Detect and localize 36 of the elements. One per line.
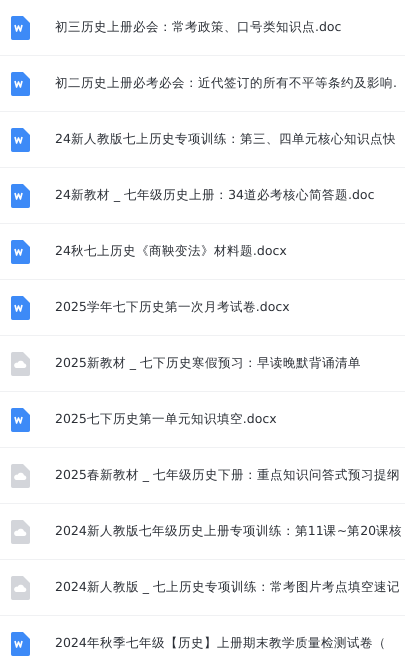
file-row[interactable]: 24新人教版七上历史专项训练：第三、四单元核心知识点快 bbox=[0, 112, 405, 168]
file-row[interactable]: 2025学年七下历史第一次月考试卷.docx bbox=[0, 280, 405, 336]
file-name: 2025学年七下历史第一次月考试卷.docx bbox=[55, 299, 290, 316]
file-row[interactable]: 2025七下历史第一单元知识填空.docx bbox=[0, 392, 405, 448]
word-document-icon bbox=[10, 408, 30, 432]
word-document-icon bbox=[10, 184, 30, 208]
word-document-icon bbox=[10, 240, 30, 264]
file-name: 初三历史上册必会：常考政策、口号类知识点.doc bbox=[55, 19, 342, 36]
file-row[interactable]: 2024年秋季七年级【历史】上册期末教学质量检测试卷（ bbox=[0, 616, 405, 660]
file-row[interactable]: 2024新人教版 _ 七上历史专项训练：常考图片考点填空速记 bbox=[0, 560, 405, 616]
file-name: 24新人教版七上历史专项训练：第三、四单元核心知识点快 bbox=[55, 131, 396, 148]
file-name: 2025新教材 _ 七下历史寒假预习：早读晚默背诵清单 bbox=[55, 355, 362, 372]
cloud-file-icon bbox=[10, 464, 30, 488]
cloud-file-icon bbox=[10, 352, 30, 376]
file-row[interactable]: 初三历史上册必会：常考政策、口号类知识点.doc bbox=[0, 0, 405, 56]
file-name: 2024年秋季七年级【历史】上册期末教学质量检测试卷（ bbox=[55, 635, 386, 652]
file-name: 24新教材 _ 七年级历史上册：34道必考核心简答题.doc bbox=[55, 187, 374, 204]
file-name: 2025七下历史第一单元知识填空.docx bbox=[55, 411, 277, 428]
file-row[interactable]: 2025春新教材 _ 七年级历史下册：重点知识问答式预习提纲 bbox=[0, 448, 405, 504]
file-row[interactable]: 2024新人教版七年级历史上册专项训练：第11课~第20课核 bbox=[0, 504, 405, 560]
file-name: 2024新人教版 _ 七上历史专项训练：常考图片考点填空速记 bbox=[55, 579, 400, 596]
file-name: 2025春新教材 _ 七年级历史下册：重点知识问答式预习提纲 bbox=[55, 467, 400, 484]
file-row[interactable]: 2025新教材 _ 七下历史寒假预习：早读晚默背诵清单 bbox=[0, 336, 405, 392]
word-document-icon bbox=[10, 128, 30, 152]
file-row[interactable]: 24新教材 _ 七年级历史上册：34道必考核心简答题.doc bbox=[0, 168, 405, 224]
file-row[interactable]: 初二历史上册必考必会：近代签订的所有不平等条约及影响. bbox=[0, 56, 405, 112]
cloud-file-icon bbox=[10, 520, 30, 544]
cloud-file-icon bbox=[10, 576, 30, 600]
word-document-icon bbox=[10, 632, 30, 656]
file-name: 24秋七上历史《商鞅变法》材料题.docx bbox=[55, 243, 287, 260]
file-name: 初二历史上册必考必会：近代签订的所有不平等条约及影响. bbox=[55, 75, 397, 92]
word-document-icon bbox=[10, 296, 30, 320]
word-document-icon bbox=[10, 72, 30, 96]
file-name: 2024新人教版七年级历史上册专项训练：第11课~第20课核 bbox=[55, 523, 402, 540]
file-row[interactable]: 24秋七上历史《商鞅变法》材料题.docx bbox=[0, 224, 405, 280]
word-document-icon bbox=[10, 16, 30, 40]
